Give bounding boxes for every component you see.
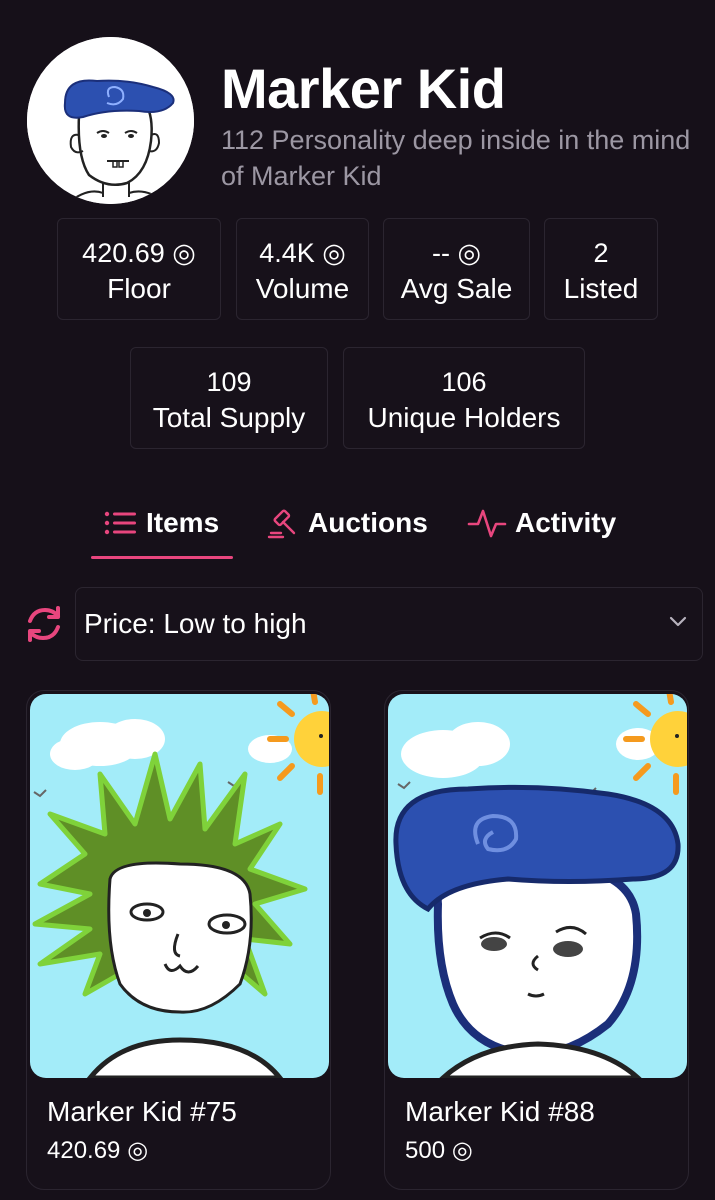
stat-listed-label: Listed xyxy=(563,273,639,304)
item-card[interactable]: Marker Kid #88 500 ◎ xyxy=(384,690,689,1190)
stat-unique-holders-label: Unique Holders xyxy=(367,402,561,433)
stat-unique-holders: 106 Unique Holders xyxy=(343,347,585,449)
stat-total-supply-label: Total Supply xyxy=(152,402,306,433)
item-name: Marker Kid #75 xyxy=(47,1096,237,1127)
sort-selected-value: Price: Low to high xyxy=(84,608,307,639)
stat-total-supply-value: 109 xyxy=(206,367,252,397)
refresh-button[interactable] xyxy=(24,604,64,644)
sort-dropdown[interactable]: Price: Low to high xyxy=(75,587,703,661)
tab-items[interactable]: Items xyxy=(104,500,219,546)
stat-total-supply: 109 Total Supply xyxy=(130,347,328,449)
stat-floor: 420.69 ◎ Floor xyxy=(57,218,221,320)
item-price: 500 ◎ xyxy=(405,1137,473,1164)
pulse-icon xyxy=(467,509,507,538)
stat-listed: 2 Listed xyxy=(544,218,658,320)
active-tab-indicator xyxy=(91,556,233,559)
collection-title: Marker Kid xyxy=(221,57,506,120)
stat-avg-sale: -- ◎ Avg Sale xyxy=(383,218,530,320)
refresh-icon xyxy=(28,606,60,642)
stat-volume-value: 4.4K ◎ xyxy=(259,238,346,268)
item-name: Marker Kid #88 xyxy=(405,1096,595,1127)
list-icon xyxy=(104,511,136,535)
tab-items-label: Items xyxy=(146,507,220,538)
chevron-down-icon xyxy=(669,616,687,627)
tab-activity-label: Activity xyxy=(515,507,617,538)
stat-volume-label: Volume xyxy=(255,273,350,304)
gavel-icon xyxy=(267,509,296,539)
stat-avg-sale-label: Avg Sale xyxy=(400,273,513,304)
item-card[interactable]: Marker Kid #75 420.69 ◎ xyxy=(26,690,331,1190)
collection-description: 112 Personality deep inside in the mind … xyxy=(221,125,691,191)
item-price: 420.69 ◎ xyxy=(47,1137,149,1164)
tab-auctions-label: Auctions xyxy=(308,507,428,538)
stat-floor-label: Floor xyxy=(107,273,171,304)
tab-activity[interactable]: Activity xyxy=(467,500,616,546)
item-image xyxy=(388,694,687,1078)
stat-floor-value: 420.69 ◎ xyxy=(82,238,196,268)
stat-unique-holders-value: 106 xyxy=(441,367,487,397)
tab-auctions[interactable]: Auctions xyxy=(266,500,428,546)
collection-avatar xyxy=(27,37,194,204)
stat-listed-value: 2 xyxy=(593,238,609,268)
stat-avg-sale-value: -- ◎ xyxy=(431,238,482,268)
item-image xyxy=(30,694,329,1078)
stat-volume: 4.4K ◎ Volume xyxy=(236,218,369,320)
